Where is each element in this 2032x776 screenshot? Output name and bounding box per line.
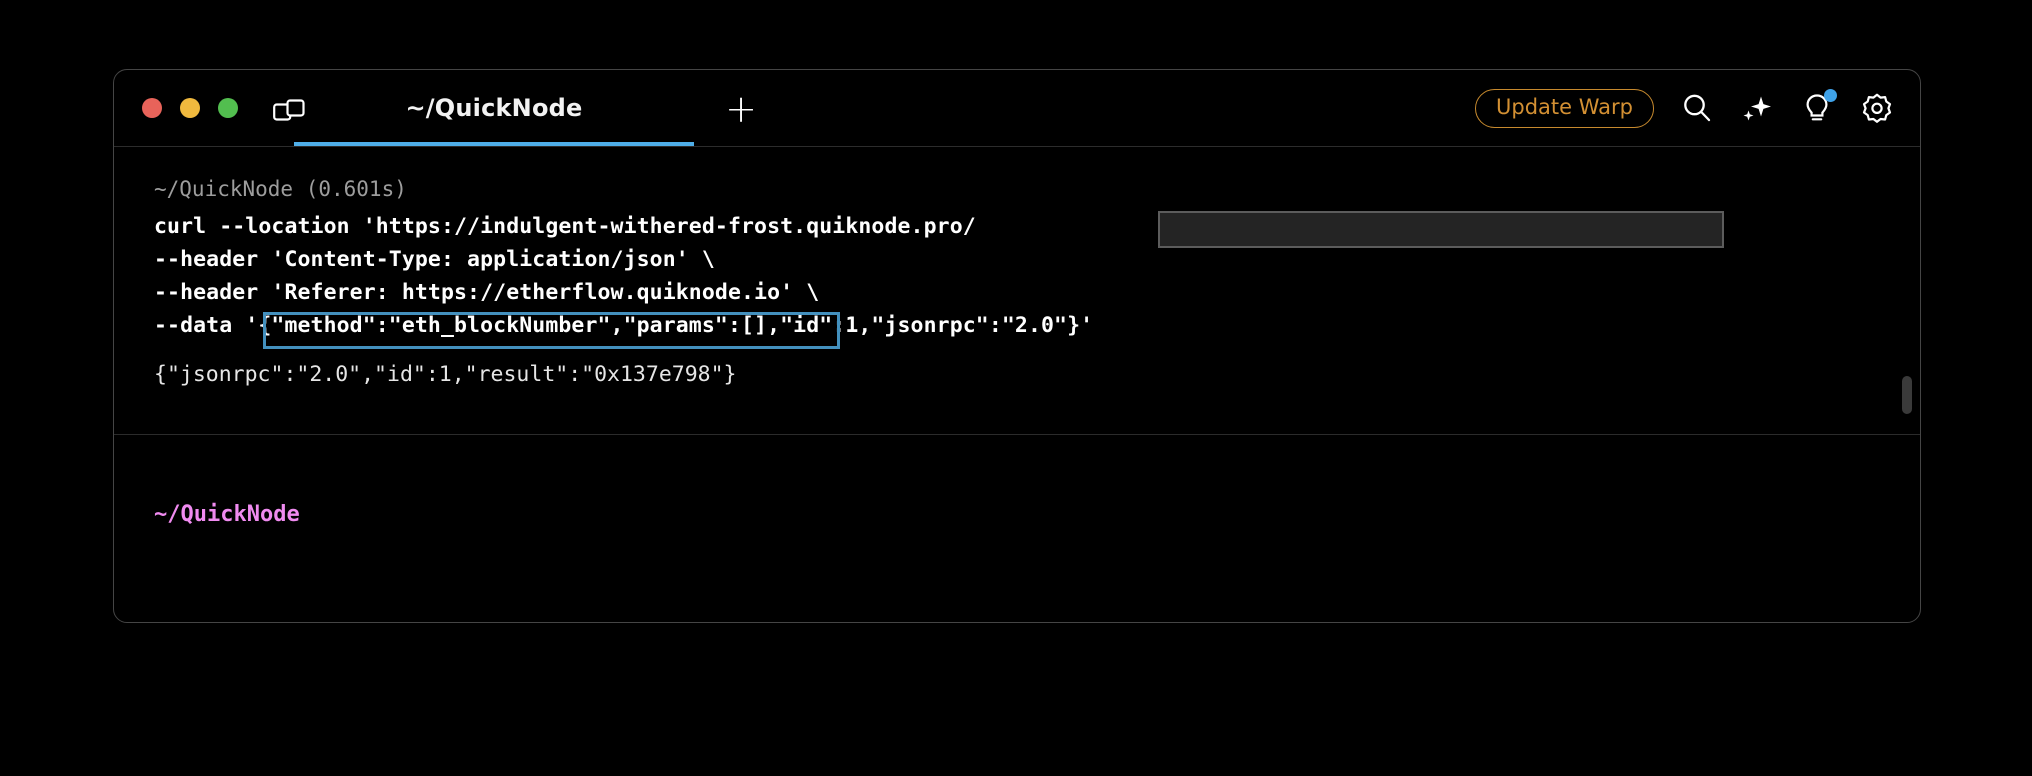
lightbulb-icon[interactable]: [1800, 89, 1837, 125]
scrollbar-thumb[interactable]: [1902, 376, 1912, 414]
command-line-4: --data '{"method":"eth_blockNumber","par…: [154, 313, 1094, 338]
command-line-3: --header 'Referer: https://etherflow.qui…: [154, 280, 820, 305]
prompt-path: ~/QuickNode: [154, 502, 300, 527]
window-toolbar: Update Warp: [1475, 70, 1894, 146]
traffic-light-group: [142, 98, 238, 118]
gear-icon[interactable]: [1860, 91, 1894, 125]
search-icon[interactable]: [1680, 91, 1714, 125]
tab-label: ~/QuickNode: [405, 94, 583, 122]
tab-active-indicator: [294, 142, 694, 146]
command-line-1-text: curl --location 'https://indulgent-withe…: [154, 214, 976, 239]
terminal-window: ~/QuickNode + Update Warp ~/QuickNode (0…: [113, 69, 1921, 623]
terminal-body[interactable]: ~/QuickNode (0.601s) curl --location 'ht…: [114, 147, 1920, 622]
title-bar: ~/QuickNode + Update Warp: [114, 70, 1920, 146]
command-output: {"jsonrpc":"2.0","id":1,"result":"0x137e…: [154, 362, 737, 387]
terminal-scrollbar[interactable]: [1902, 173, 1912, 434]
notification-badge: [1824, 89, 1837, 102]
minimize-button[interactable]: [180, 98, 200, 118]
update-warp-button[interactable]: Update Warp: [1475, 88, 1654, 128]
sparkle-icon[interactable]: [1740, 91, 1774, 125]
new-tab-button[interactable]: +: [721, 90, 761, 130]
redaction-overlay: [1158, 211, 1724, 248]
block-meta: ~/QuickNode (0.601s): [154, 177, 407, 201]
close-button[interactable]: [142, 98, 162, 118]
tab-quicknode[interactable]: ~/QuickNode: [294, 70, 694, 146]
block-divider: [114, 434, 1920, 435]
command-block: ~/QuickNode (0.601s) curl --location 'ht…: [114, 173, 1920, 391]
zoom-button[interactable]: [218, 98, 238, 118]
input-prompt-row[interactable]: ~/QuickNode: [154, 502, 300, 527]
